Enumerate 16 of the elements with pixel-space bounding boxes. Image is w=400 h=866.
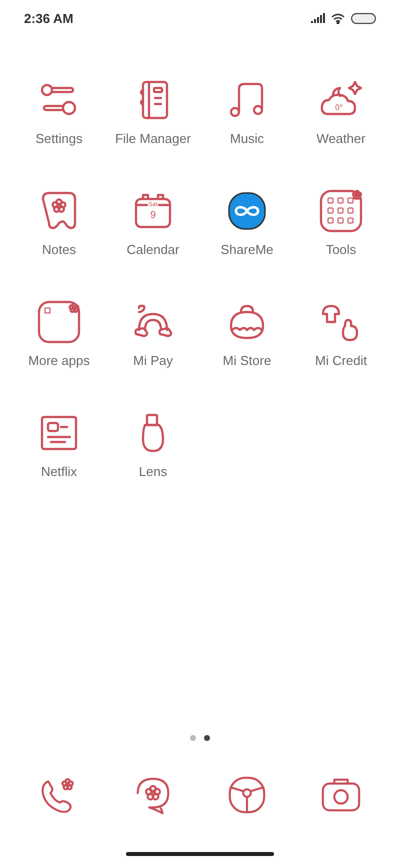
app-shortcut[interactable]: More apps bbox=[28, 300, 90, 368]
app-shortcut[interactable]: Notes bbox=[37, 189, 81, 257]
app-shortcut[interactable]: Netflix bbox=[37, 411, 81, 479]
date-text: 9 bbox=[150, 210, 156, 221]
app-shortcut[interactable]: Music bbox=[225, 78, 269, 146]
clock-text: 2:36 AM bbox=[24, 10, 74, 26]
app-shortcut[interactable]: Mi Store bbox=[222, 300, 272, 368]
app-shortcut[interactable]: ShareMe bbox=[220, 189, 274, 257]
app-shortcut[interactable]: Tools bbox=[319, 189, 363, 257]
app-shortcut[interactable]: Lens bbox=[131, 411, 175, 479]
app-shortcut[interactable]: Mi Pay bbox=[131, 300, 175, 368]
app-shortcut[interactable]: 0° Weather bbox=[316, 78, 366, 146]
app-shortcut[interactable]: File Manager bbox=[115, 78, 191, 146]
app-shortcut[interactable]: Mi Credit bbox=[314, 300, 367, 368]
temperature-text: 0° bbox=[335, 103, 343, 112]
app-shortcut[interactable]: Settings bbox=[36, 78, 82, 146]
